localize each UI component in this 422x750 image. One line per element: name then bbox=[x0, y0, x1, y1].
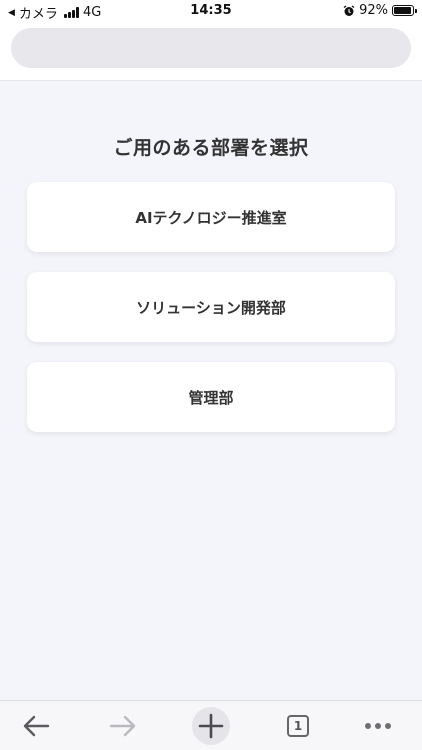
battery-icon bbox=[392, 5, 417, 16]
department-label: AIテクノロジー推進室 bbox=[135, 208, 287, 227]
department-label: ソリューション開発部 bbox=[136, 298, 286, 317]
alarm-icon bbox=[343, 4, 355, 16]
battery-percent: 92% bbox=[359, 3, 388, 18]
page-title: ご用のある部署を選択 bbox=[113, 137, 309, 159]
page-content: ご用のある部署を選択 AIテクノロジー推進室 ソリューション開発部 管理部 bbox=[0, 81, 422, 700]
status-right: 92% bbox=[343, 3, 417, 18]
plus-icon bbox=[198, 713, 224, 739]
new-tab-circle bbox=[192, 707, 230, 745]
department-label: 管理部 bbox=[188, 388, 234, 407]
battery-level-fill bbox=[394, 7, 411, 14]
more-dots-icon bbox=[365, 723, 391, 729]
arrow-right-icon bbox=[109, 715, 136, 737]
forward-button[interactable] bbox=[93, 701, 153, 750]
browser-top-bar bbox=[0, 22, 422, 81]
department-button-administration[interactable]: 管理部 bbox=[27, 362, 395, 432]
department-button-solution-development[interactable]: ソリューション開発部 bbox=[27, 272, 395, 342]
more-menu-button[interactable] bbox=[348, 701, 408, 750]
browser-bottom-toolbar: 1 bbox=[0, 700, 422, 750]
status-bar: ◀ カメラ 4G 14:35 92% bbox=[0, 0, 422, 22]
tab-count-icon: 1 bbox=[287, 715, 309, 737]
department-button-ai-technology[interactable]: AIテクノロジー推進室 bbox=[27, 182, 395, 252]
back-button[interactable] bbox=[6, 701, 66, 750]
new-tab-button[interactable] bbox=[181, 701, 241, 750]
tabs-button[interactable]: 1 bbox=[268, 701, 328, 750]
screen: ◀ カメラ 4G 14:35 92% ご用のある部署を選択 AIテクノロジー推進… bbox=[0, 0, 422, 750]
arrow-left-icon bbox=[23, 715, 50, 737]
address-bar-input[interactable] bbox=[11, 28, 411, 68]
